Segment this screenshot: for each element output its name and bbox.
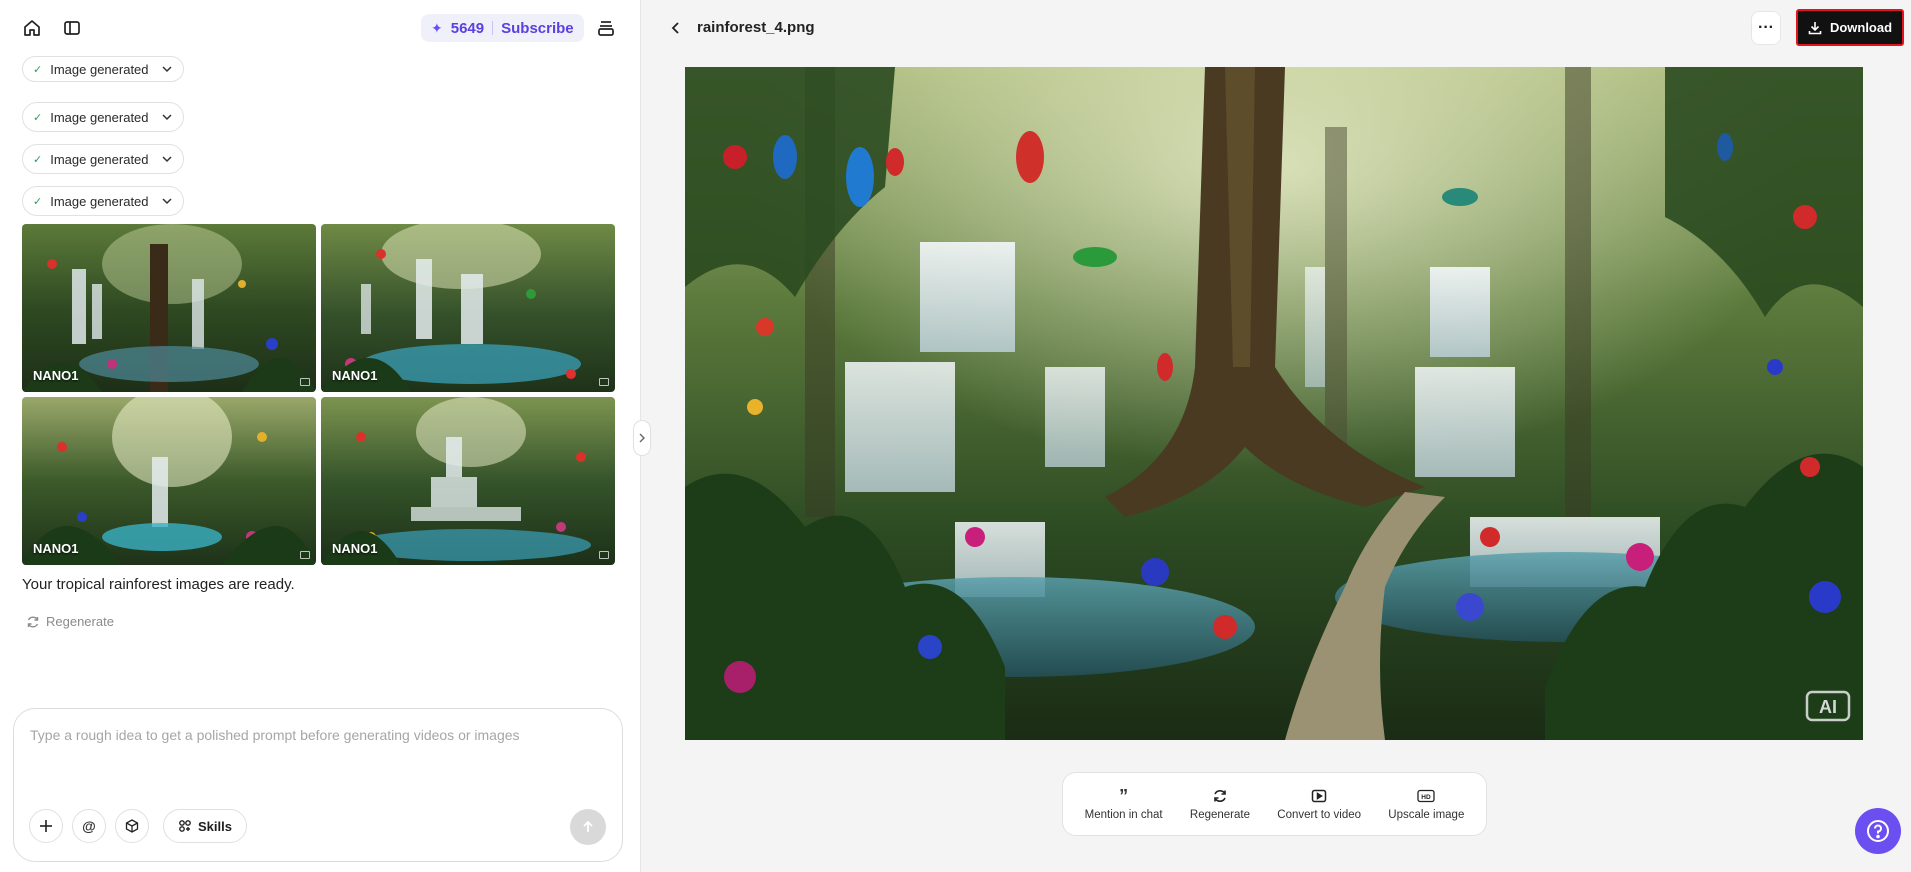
chevron-down-icon bbox=[162, 156, 172, 163]
regenerate-button[interactable]: Regenerate bbox=[26, 614, 114, 629]
sparkle-icon: ✦ bbox=[431, 19, 443, 36]
panel-collapse-handle[interactable] bbox=[633, 420, 651, 456]
regenerate-image-button[interactable]: Regenerate bbox=[1190, 788, 1250, 821]
chip-label: Image generated bbox=[50, 61, 149, 77]
image-thumbnail[interactable]: NANO1 bbox=[321, 397, 615, 565]
chip-label: Image generated bbox=[50, 193, 149, 209]
image-thumbnail[interactable]: NANO1 bbox=[22, 397, 316, 565]
chevron-right-icon bbox=[639, 433, 645, 443]
svg-text:HD: HD bbox=[1422, 794, 1432, 801]
divider bbox=[492, 21, 494, 35]
sidebar-toggle-button[interactable] bbox=[55, 11, 89, 45]
chat-panel: ✦ 5649 Subscribe ✓ Image generated ✓ Ima… bbox=[0, 0, 641, 872]
add-button[interactable] bbox=[29, 809, 63, 843]
check-icon: ✓ bbox=[33, 195, 43, 208]
image-viewer-panel: rainforest_4.png ··· Download AI ” Menti… bbox=[641, 0, 1911, 872]
check-icon: ✓ bbox=[33, 63, 43, 76]
ai-watermark-icon bbox=[300, 378, 310, 386]
mention-in-chat-button[interactable]: ” Mention in chat bbox=[1084, 785, 1163, 821]
refresh-icon bbox=[1212, 788, 1228, 804]
generated-image-preview[interactable]: AI bbox=[685, 67, 1863, 740]
help-button[interactable] bbox=[1855, 808, 1901, 854]
chevron-down-icon bbox=[162, 114, 172, 121]
rainforest-thumbnail-image bbox=[22, 224, 316, 392]
image-generated-chip[interactable]: ✓ Image generated bbox=[22, 186, 184, 216]
prompt-composer: @ Skills bbox=[13, 708, 623, 862]
image-thumbnail[interactable]: NANO1 bbox=[321, 224, 615, 392]
image-generated-chip[interactable]: ✓ Image generated bbox=[22, 144, 184, 174]
home-icon bbox=[24, 20, 40, 36]
hd-icon: HD bbox=[1417, 788, 1435, 804]
skills-icon bbox=[179, 820, 191, 832]
image-thumbnail[interactable]: NANO1 bbox=[22, 224, 316, 392]
history-button[interactable] bbox=[589, 11, 623, 45]
action-label: Mention in chat bbox=[1084, 808, 1163, 821]
skills-label: Skills bbox=[198, 818, 232, 834]
check-icon: ✓ bbox=[33, 111, 43, 124]
chevron-down-icon bbox=[162, 66, 172, 73]
video-icon bbox=[1311, 788, 1327, 804]
at-sign-icon: @ bbox=[82, 818, 96, 834]
model-label: NANO1 bbox=[332, 368, 378, 383]
check-icon: ✓ bbox=[33, 153, 43, 166]
rainforest-thumbnail-image bbox=[321, 397, 615, 565]
help-icon bbox=[1867, 820, 1889, 842]
action-label: Upscale image bbox=[1388, 808, 1465, 821]
home-button[interactable] bbox=[15, 11, 49, 45]
chat-topbar: ✦ 5649 Subscribe bbox=[0, 0, 640, 56]
ai-watermark-icon bbox=[300, 551, 310, 559]
model-label: NANO1 bbox=[33, 541, 79, 556]
model-label: NANO1 bbox=[332, 541, 378, 556]
send-button[interactable] bbox=[570, 809, 606, 845]
chip-label: Image generated bbox=[50, 109, 149, 125]
download-label: Download bbox=[1829, 20, 1893, 35]
more-options-button[interactable]: ··· bbox=[1751, 11, 1781, 45]
image-actions-toolbar: ” Mention in chat Regenerate Convert to … bbox=[1062, 772, 1487, 836]
download-icon bbox=[1808, 21, 1822, 34]
image-grid: NANO1 NANO1 NANO1 NANO1 bbox=[22, 224, 615, 565]
rainforest-thumbnail-image bbox=[22, 397, 316, 565]
image-generated-chip[interactable]: ✓ Image generated bbox=[22, 56, 184, 82]
quote-icon: ” bbox=[1119, 785, 1129, 806]
credits-badge[interactable]: ✦ 5649 Subscribe bbox=[421, 14, 584, 42]
chevron-left-icon bbox=[671, 22, 679, 34]
model-label: NANO1 bbox=[33, 368, 79, 383]
download-button[interactable]: Download bbox=[1796, 9, 1904, 46]
action-label: Convert to video bbox=[1277, 808, 1362, 821]
ellipsis-icon: ··· bbox=[1758, 19, 1774, 36]
action-label: Regenerate bbox=[1189, 808, 1250, 821]
prompt-input[interactable] bbox=[30, 727, 600, 787]
stack-icon bbox=[598, 21, 614, 36]
chevron-down-icon bbox=[162, 198, 172, 205]
app-window: ✦ 5649 Subscribe ✓ Image generated ✓ Ima… bbox=[0, 0, 1911, 872]
subscribe-link[interactable]: Subscribe bbox=[501, 20, 574, 37]
arrow-up-icon bbox=[583, 820, 593, 832]
rainforest-image: AI bbox=[685, 67, 1863, 740]
ai-watermark: AI bbox=[1819, 697, 1837, 717]
chip-label: Image generated bbox=[50, 151, 149, 167]
refresh-icon bbox=[27, 616, 39, 627]
sidebar-icon bbox=[64, 21, 80, 35]
model-select-button[interactable] bbox=[115, 809, 149, 843]
skills-button[interactable]: Skills bbox=[163, 809, 247, 843]
image-generated-chip[interactable]: ✓ Image generated bbox=[22, 102, 184, 132]
file-name: rainforest_4.png bbox=[697, 19, 815, 36]
ai-watermark-icon bbox=[599, 378, 609, 386]
cube-icon bbox=[125, 819, 139, 833]
rainforest-thumbnail-image bbox=[321, 224, 615, 392]
plus-icon bbox=[40, 820, 52, 832]
regenerate-label: Regenerate bbox=[46, 614, 114, 629]
credits-count: 5649 bbox=[450, 19, 485, 37]
ai-watermark-icon bbox=[599, 551, 609, 559]
convert-to-video-button[interactable]: Convert to video bbox=[1277, 788, 1361, 821]
assistant-message: Your tropical rainforest images are read… bbox=[22, 576, 295, 593]
mention-button[interactable]: @ bbox=[72, 809, 106, 843]
back-button[interactable] bbox=[661, 13, 691, 43]
upscale-image-button[interactable]: HD Upscale image bbox=[1388, 788, 1464, 821]
